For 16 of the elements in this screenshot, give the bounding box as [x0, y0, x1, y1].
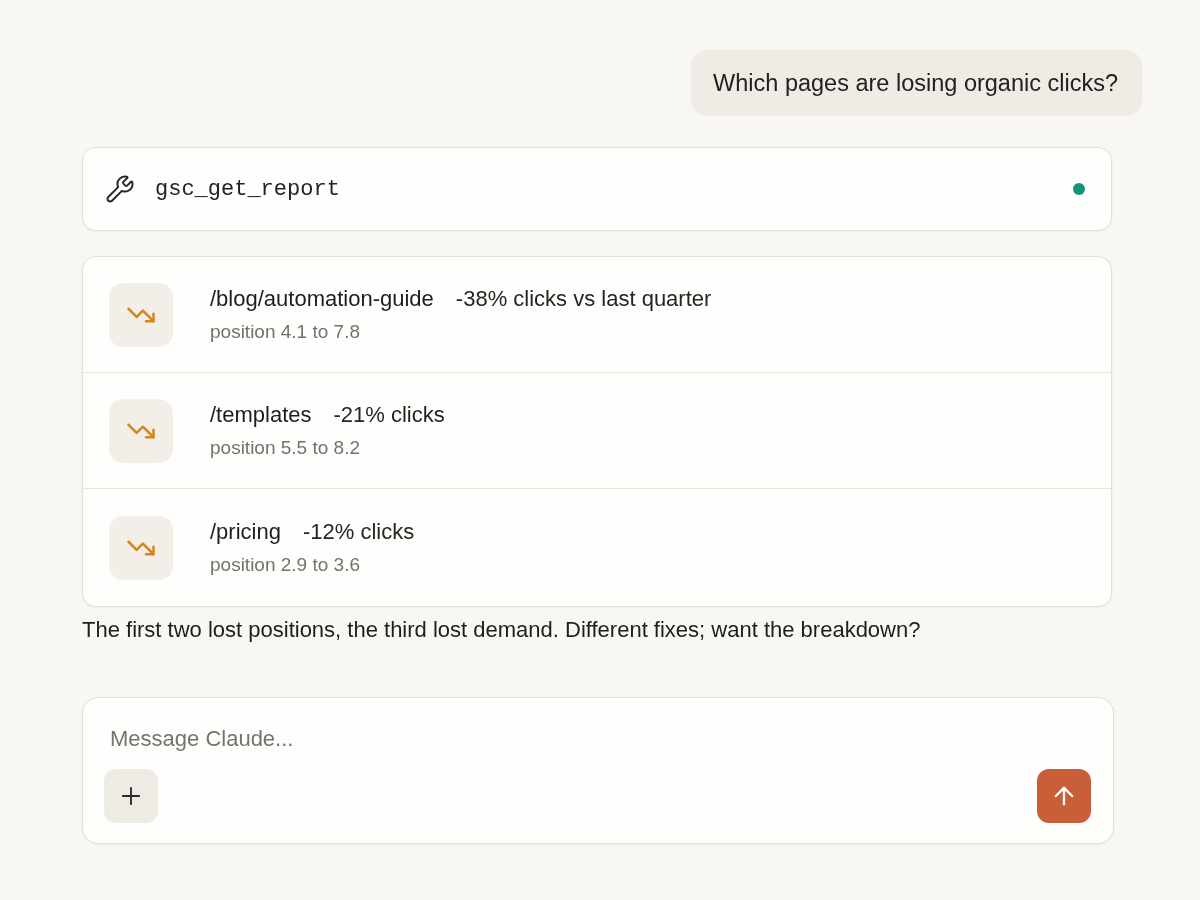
clicks-change: -38% clicks vs last quarter	[455, 286, 712, 312]
user-message-bubble: Which pages are losing organic clicks?	[691, 50, 1142, 116]
page-path: /blog/automation-guide	[210, 286, 434, 312]
position-change: position 2.9 to 3.6	[210, 554, 361, 576]
page-path: /templates	[210, 402, 312, 428]
send-button[interactable]	[1037, 768, 1091, 823]
assistant-message: The first two lost positions, the third lost demand. Different fixes; want the breakdown?	[82, 616, 922, 644]
add-button[interactable]	[104, 768, 158, 823]
position-change: position 5.5 to 8.2	[210, 437, 361, 459]
clicks-change: -21% clicks	[333, 402, 445, 428]
page-path: /pricing	[210, 519, 281, 545]
clicks-change: -12% clicks	[302, 519, 415, 545]
message-input[interactable]: Message Claude...	[104, 723, 530, 754]
tool-name: gsc_get_report	[155, 176, 341, 202]
wrench-icon	[105, 174, 135, 204]
position-change: position 4.1 to 7.8	[210, 321, 361, 343]
